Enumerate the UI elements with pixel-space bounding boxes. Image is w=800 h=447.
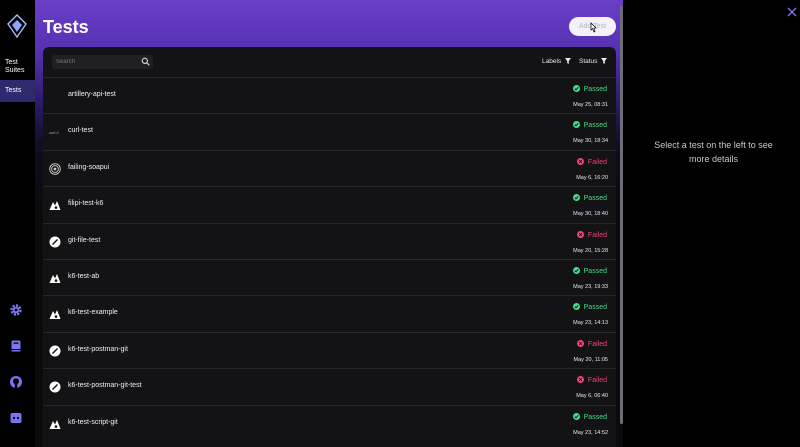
test-date: May 30, 18:34 bbox=[573, 138, 608, 145]
test-name: curl-test bbox=[68, 127, 93, 135]
test-date: May 23, 14:13 bbox=[573, 320, 608, 327]
test-name: k6-test-example bbox=[68, 309, 118, 317]
close-icon[interactable] bbox=[787, 7, 797, 17]
postman-icon bbox=[49, 236, 61, 248]
test-name: k6-test-ab bbox=[68, 272, 100, 280]
github-icon[interactable] bbox=[9, 375, 23, 389]
main-content: Tests Add Test Labels Status artill bbox=[35, 0, 623, 447]
test-name: artillery-api-test bbox=[68, 91, 116, 98]
status-text: Passed bbox=[583, 413, 607, 421]
k6-icon bbox=[49, 310, 61, 320]
test-row[interactable]: failing-soapui Failed May 6, 16:20 bbox=[43, 149, 616, 186]
test-name: git-file-test bbox=[68, 236, 101, 244]
labels-filter-label: Labels bbox=[542, 58, 562, 65]
status-badge: Failed bbox=[576, 376, 607, 385]
test-date: May 6, 06:40 bbox=[576, 393, 608, 400]
search-input[interactable] bbox=[52, 55, 153, 69]
check-circle-icon bbox=[572, 412, 580, 420]
status-badge: Passed bbox=[572, 303, 607, 312]
funnel-icon bbox=[564, 58, 571, 64]
status-badge: Passed bbox=[572, 194, 607, 203]
status-text: Failed bbox=[587, 377, 607, 385]
status-badge: Passed bbox=[572, 121, 607, 130]
test-row[interactable]: k6-test-example Passed May 23, 14:13 bbox=[43, 295, 616, 331]
test-row[interactable]: filipi-test-k6 Passed May 30, 18:40 bbox=[43, 186, 616, 222]
status-text: Passed bbox=[583, 304, 607, 312]
sidebar: Test Suites Tests bbox=[0, 0, 35, 447]
svg-text:curl://: curl:// bbox=[49, 130, 60, 135]
sidebar-item-label: Tests bbox=[5, 87, 22, 94]
test-date: May 30, 18:40 bbox=[573, 211, 608, 218]
test-date: May 23, 19:33 bbox=[573, 283, 608, 290]
detail-panel: Select a test on the left to see more de… bbox=[623, 0, 800, 447]
test-row[interactable]: k6-test-ab Passed May 23, 19:33 bbox=[43, 258, 616, 295]
empty-detail-message: Select a test on the left to see more de… bbox=[654, 140, 773, 164]
status-filter-button[interactable]: Status bbox=[579, 58, 608, 65]
discord-icon[interactable] bbox=[9, 411, 23, 425]
test-row[interactable]: k6-test-postman-git-test Failed May 6, 0… bbox=[43, 368, 616, 404]
test-date: May 25, 08:31 bbox=[573, 102, 608, 108]
test-date: May 6, 16:20 bbox=[576, 174, 608, 181]
check-circle-icon bbox=[572, 121, 580, 129]
x-circle-icon bbox=[576, 339, 584, 347]
status-text: Passed bbox=[583, 267, 607, 275]
status-text: Failed bbox=[587, 158, 607, 166]
postman-icon bbox=[49, 345, 61, 357]
test-date: May 20, 11:05 bbox=[573, 356, 608, 363]
k6-icon bbox=[49, 201, 61, 211]
sidebar-item-test-suites[interactable]: Test Suites bbox=[0, 59, 35, 77]
test-name: failing-soapui bbox=[68, 163, 110, 171]
status-text: Passed bbox=[583, 86, 607, 93]
test-row[interactable]: k6-test-script-git Passed May 23, 14:52 bbox=[43, 404, 616, 441]
test-row[interactable]: k6-test-postman-git Failed May 20, 11:05 bbox=[43, 331, 616, 368]
test-row[interactable]: artillery-api-test Passed May 25, 08:31 bbox=[43, 77, 616, 113]
funnel-icon bbox=[601, 58, 608, 64]
status-badge: Passed bbox=[572, 85, 607, 93]
status-badge: Failed bbox=[576, 339, 607, 348]
mouse-pointer-icon bbox=[590, 22, 597, 33]
test-name: filipi-test-k6 bbox=[68, 200, 104, 208]
postman-icon bbox=[49, 381, 61, 393]
test-date: May 23, 14:52 bbox=[573, 429, 608, 436]
sidebar-item-tests[interactable]: Tests bbox=[0, 80, 35, 102]
status-badge: Passed bbox=[572, 266, 607, 275]
labels-filter-button[interactable]: Labels bbox=[542, 58, 571, 65]
status-text: Passed bbox=[583, 195, 607, 203]
search-icon[interactable] bbox=[141, 57, 150, 66]
status-badge: Failed bbox=[576, 157, 607, 166]
test-name: k6-test-postman-git bbox=[68, 345, 128, 353]
check-circle-icon bbox=[572, 85, 580, 92]
sidebar-item-label: Test Suites bbox=[5, 59, 25, 74]
status-badge: Passed bbox=[572, 412, 607, 421]
check-circle-icon bbox=[572, 303, 580, 311]
status-text: Passed bbox=[583, 122, 607, 130]
test-row[interactable]: git-file-test Failed May 20, 15:28 bbox=[43, 222, 616, 259]
status-text: Failed bbox=[587, 231, 607, 239]
x-circle-icon bbox=[576, 157, 584, 165]
tests-list: artillery-api-test Passed May 25, 08:31 … bbox=[43, 77, 616, 441]
curl-icon: curl:// bbox=[49, 130, 60, 135]
test-name: k6-test-script-git bbox=[68, 418, 118, 426]
test-date: May 20, 15:28 bbox=[573, 247, 608, 254]
status-badge: Failed bbox=[576, 230, 607, 239]
status-filter-label: Status bbox=[579, 58, 598, 65]
check-circle-icon bbox=[572, 266, 580, 274]
tests-panel: Labels Status artillery-api-test Passed … bbox=[43, 47, 616, 447]
k6-icon bbox=[49, 273, 61, 283]
test-row[interactable]: curl:// curl-test Passed May 30, 18:34 bbox=[43, 113, 616, 149]
x-circle-icon bbox=[576, 376, 584, 384]
soapui-icon bbox=[49, 163, 61, 175]
test-name: k6-test-postman-git-test bbox=[68, 382, 142, 390]
status-text: Failed bbox=[587, 340, 607, 348]
blank-icon bbox=[49, 90, 61, 102]
check-circle-icon bbox=[572, 194, 580, 202]
tests-toolbar: Labels Status bbox=[43, 47, 616, 77]
x-circle-icon bbox=[576, 230, 584, 238]
book-icon[interactable] bbox=[9, 339, 23, 353]
gear-icon[interactable] bbox=[9, 303, 23, 317]
page-title: Tests bbox=[43, 17, 89, 37]
k6-icon bbox=[49, 419, 61, 429]
testkube-logo-icon[interactable] bbox=[7, 14, 27, 38]
